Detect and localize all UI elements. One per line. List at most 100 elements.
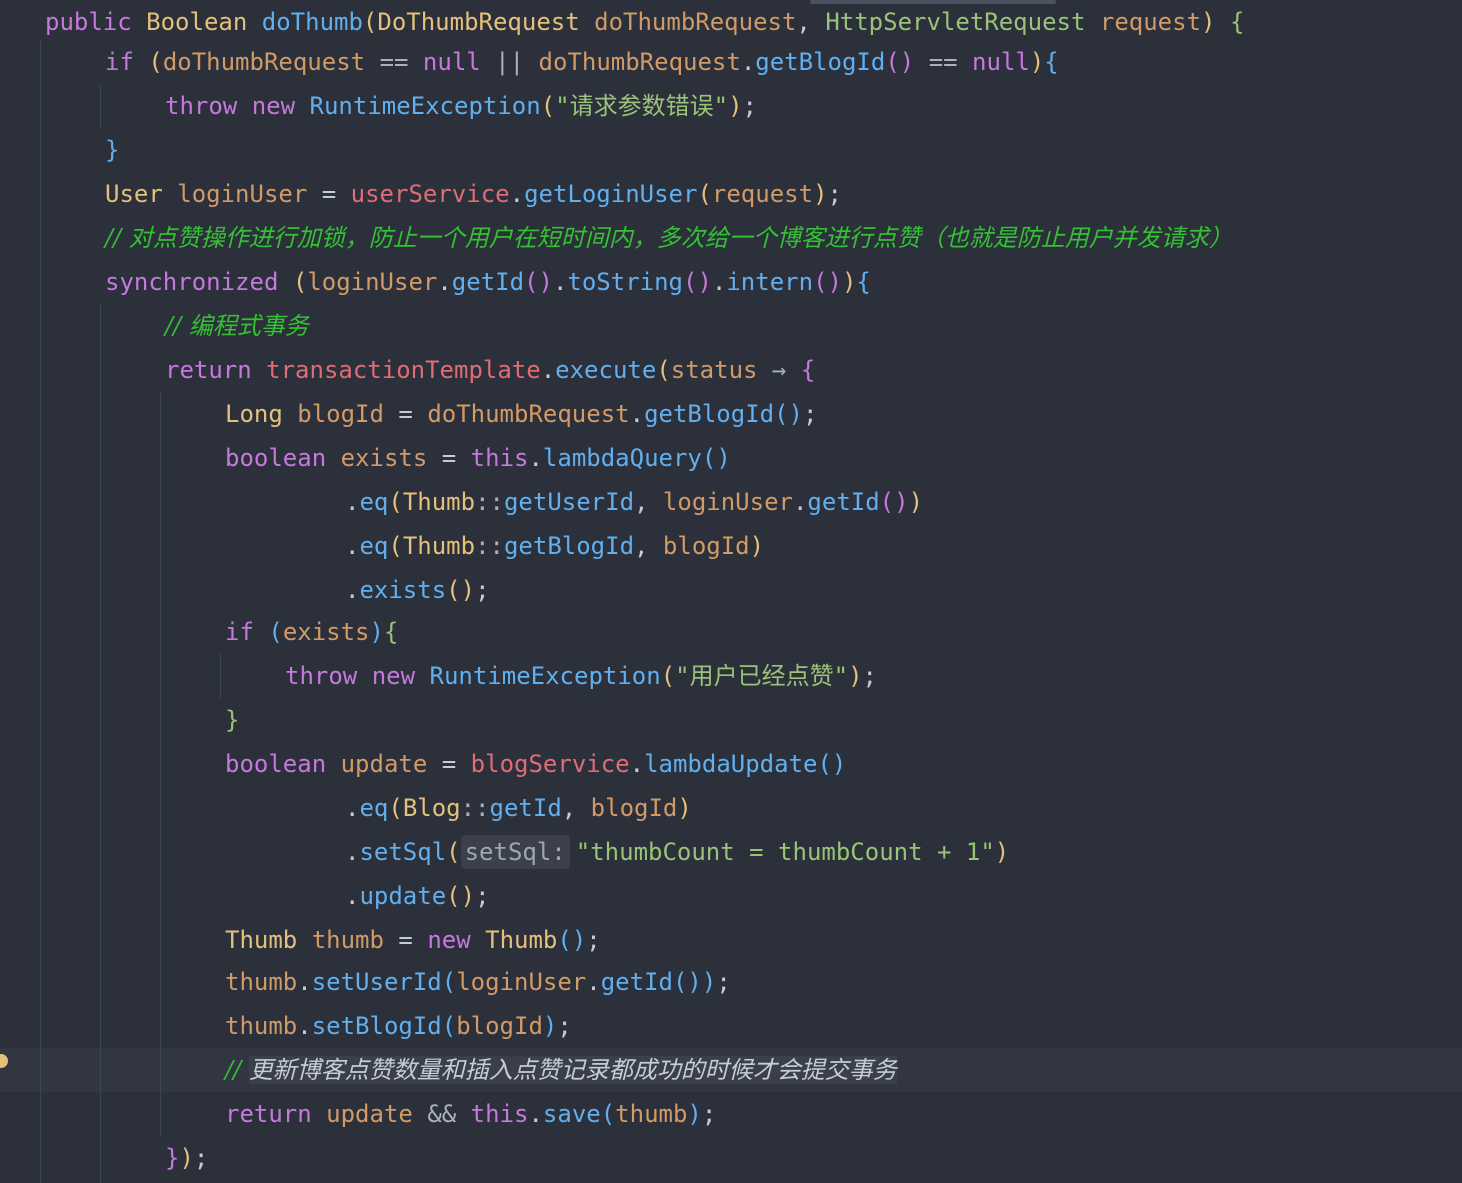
code-token: ; xyxy=(803,400,818,428)
code-line[interactable]: // 更新博客点赞数量和插入点赞记录都成功的时候才会提交事务 xyxy=(0,1048,1462,1092)
code-token: request xyxy=(1099,8,1202,36)
code-line-text[interactable]: thumb.setBlogId(blogId); xyxy=(225,1004,572,1048)
code-line[interactable]: .setSql(setSql: "thumbCount = thumbCount … xyxy=(0,830,1462,874)
code-line[interactable]: return transactionTemplate.execute(statu… xyxy=(0,348,1462,392)
code-token: ; xyxy=(193,1144,209,1172)
code-line-text[interactable]: // 对点赞操作进行加锁，防止一个用户在短时间内，多次给一个博客进行点赞（也就是… xyxy=(105,216,1233,260)
code-line-text[interactable]: thumb.setUserId(loginUser.getId()); xyxy=(225,960,731,1004)
code-line-text[interactable]: return update && this.save(thumb); xyxy=(225,1092,716,1136)
code-line[interactable]: if (doThumbRequest == null || doThumbReq… xyxy=(0,40,1462,84)
code-token: . xyxy=(345,576,360,604)
code-line-text[interactable]: Thumb thumb = new Thumb(); xyxy=(225,918,601,962)
code-line[interactable]: .eq(Thumb::getUserId, loginUser.getId()) xyxy=(0,480,1462,524)
code-line[interactable]: .eq(Blog::getId, blogId) xyxy=(0,786,1462,830)
code-line-text[interactable]: throw new RuntimeException("请求参数错误"); xyxy=(165,84,757,128)
code-line[interactable]: synchronized (loginUser.getId().toString… xyxy=(0,260,1462,304)
code-line-text[interactable]: public Boolean doThumb(DoThumbRequest do… xyxy=(45,0,1244,44)
code-token: ; xyxy=(742,92,757,120)
code-token: return xyxy=(165,356,252,384)
code-line[interactable]: return update && this.save(thumb); xyxy=(0,1092,1462,1136)
code-line[interactable]: thumb.setUserId(loginUser.getId()); xyxy=(0,960,1462,1004)
code-line-text[interactable]: User loginUser = userService.getLoginUse… xyxy=(105,172,842,216)
code-token: getBlogId xyxy=(503,532,635,560)
code-token: Boolean xyxy=(146,8,248,36)
code-token: :: xyxy=(460,794,490,822)
code-token: ) xyxy=(841,268,857,296)
code-token: request xyxy=(711,180,814,208)
code-line-text[interactable]: return transactionTemplate.execute(statu… xyxy=(165,348,815,392)
code-line-text[interactable]: Long blogId = doThumbRequest.getBlogId()… xyxy=(225,392,817,436)
code-token: () xyxy=(683,268,712,296)
code-token: . xyxy=(345,838,360,866)
code-token: getBlogId xyxy=(644,400,775,428)
code-line[interactable]: boolean update = blogService.lambdaUpdat… xyxy=(0,742,1462,786)
code-token: ( xyxy=(540,92,556,120)
code-token: setSql xyxy=(359,838,447,866)
code-line[interactable]: } xyxy=(0,698,1462,742)
code-token: == xyxy=(928,48,958,76)
code-line-text[interactable]: .setSql(setSql: "thumbCount = thumbCount … xyxy=(345,830,1009,874)
code-line-text[interactable]: if (exists){ xyxy=(225,610,398,654)
code-token: loginUser xyxy=(662,488,793,516)
code-line-text[interactable]: boolean exists = this.lambdaQuery() xyxy=(225,436,731,480)
code-token: ) xyxy=(1029,48,1045,76)
code-line[interactable]: // 对点赞操作进行加锁，防止一个用户在短时间内，多次给一个博客进行点赞（也就是… xyxy=(0,216,1462,260)
code-line[interactable]: Long blogId = doThumbRequest.getBlogId()… xyxy=(0,392,1462,436)
code-line-text[interactable]: if (doThumbRequest == null || doThumbReq… xyxy=(105,40,1059,84)
code-line[interactable]: .exists(); xyxy=(0,568,1462,612)
code-line[interactable]: }); xyxy=(0,1136,1462,1180)
code-token: . xyxy=(297,968,312,996)
code-token: :: xyxy=(475,488,504,516)
code-line-text[interactable]: .eq(Thumb::getBlogId, blogId) xyxy=(345,524,764,568)
code-token: transactionTemplate xyxy=(266,356,541,384)
code-token: ) xyxy=(369,618,384,646)
code-line-text[interactable]: }); xyxy=(165,1136,208,1180)
code-line-text[interactable]: // 编程式事务 xyxy=(165,304,309,348)
code-editor[interactable]: public Boolean doThumb(DoThumbRequest do… xyxy=(0,0,1462,1183)
indent-guide xyxy=(40,40,41,1183)
code-token: = xyxy=(383,926,428,954)
code-line[interactable]: Thumb thumb = new Thumb(); xyxy=(0,918,1462,962)
code-line[interactable]: // 编程式事务 xyxy=(0,304,1462,348)
code-line[interactable]: User loginUser = userService.getLoginUse… xyxy=(0,172,1462,216)
code-token: RuntimeException xyxy=(309,92,541,120)
code-line-text[interactable]: } xyxy=(225,698,239,742)
code-token: null xyxy=(972,48,1030,76)
code-line[interactable]: } xyxy=(0,128,1462,172)
code-line[interactable]: public Boolean doThumb(DoThumbRequest do… xyxy=(0,0,1462,44)
code-line[interactable]: boolean exists = this.lambdaQuery() xyxy=(0,436,1462,480)
code-line-text[interactable]: boolean update = blogService.lambdaUpdat… xyxy=(225,742,846,786)
code-line-text[interactable]: synchronized (loginUser.getId().toString… xyxy=(105,260,871,304)
code-token: = xyxy=(307,180,351,208)
code-token: ) xyxy=(813,180,828,208)
code-line-text[interactable]: .eq(Thumb::getUserId, loginUser.getId()) xyxy=(345,480,923,524)
code-line-text[interactable]: // 更新博客点赞数量和插入点赞记录都成功的时候才会提交事务 xyxy=(225,1048,897,1092)
code-line[interactable]: thumb.setBlogId(blogId); xyxy=(0,1004,1462,1048)
code-line-text[interactable]: throw new RuntimeException("用户已经点赞"); xyxy=(285,654,877,698)
code-line[interactable]: .eq(Thumb::getBlogId, blogId) xyxy=(0,524,1462,568)
code-line-text[interactable]: .update(); xyxy=(345,874,490,918)
code-line-text[interactable]: .eq(Blog::getId, blogId) xyxy=(345,786,692,830)
code-line-text[interactable]: } xyxy=(105,128,119,172)
code-token: ; xyxy=(862,662,877,690)
code-line[interactable]: throw new RuntimeException("请求参数错误"); xyxy=(0,84,1462,128)
code-token: . xyxy=(528,444,543,472)
code-token: () xyxy=(885,48,915,76)
code-token: eq xyxy=(359,488,389,516)
code-token: update xyxy=(326,1100,413,1128)
code-token: , xyxy=(561,794,591,822)
code-token: || xyxy=(495,48,525,76)
code-line-text[interactable]: .exists(); xyxy=(345,568,490,612)
code-token: throw xyxy=(165,92,238,120)
code-token: public xyxy=(45,8,132,36)
code-token: update xyxy=(340,750,428,778)
code-line[interactable]: .update(); xyxy=(0,874,1462,918)
code-token: () xyxy=(774,400,804,428)
code-line[interactable]: if (exists){ xyxy=(0,610,1462,654)
